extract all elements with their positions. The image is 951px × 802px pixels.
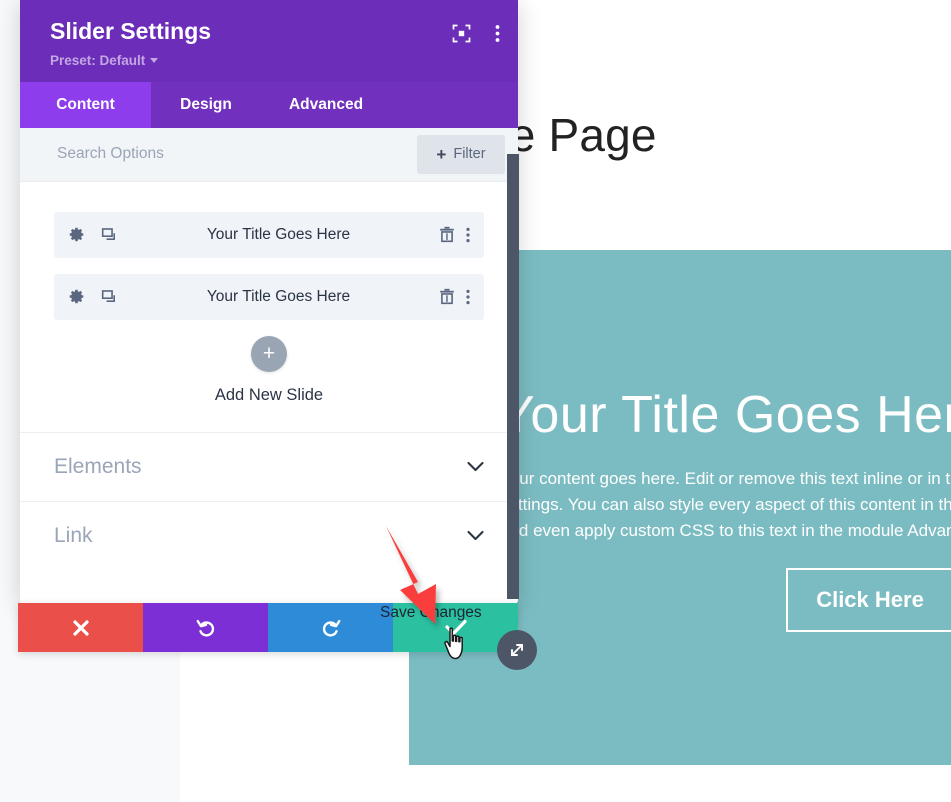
modal-tabs: Content Design Advanced <box>20 81 518 128</box>
trash-icon[interactable] <box>439 288 455 305</box>
plus-icon[interactable]: + <box>251 335 287 372</box>
chevron-down-icon <box>467 461 484 472</box>
more-vertical-icon[interactable] <box>495 24 500 43</box>
slider-title: Your Title Goes Here <box>500 386 951 444</box>
gear-icon[interactable] <box>68 288 85 305</box>
add-new-slide-label: Add New Slide <box>214 385 324 404</box>
chevron-down-icon <box>467 530 484 541</box>
trash-icon[interactable] <box>439 226 455 243</box>
resize-diagonal-icon[interactable] <box>497 630 537 670</box>
section-title: Link <box>54 523 93 547</box>
filter-button-label: Filter <box>453 146 486 163</box>
slider-settings-modal: Slider Settings Preset: Default Content … <box>20 0 518 604</box>
check-icon <box>444 619 467 635</box>
row-right-icons <box>439 288 470 305</box>
slide-title: Your Title Goes Here <box>206 287 351 305</box>
preset-label: Preset: Default <box>50 52 146 68</box>
section-elements[interactable]: Elements <box>20 431 518 501</box>
tab-advanced[interactable]: Advanced <box>261 82 391 128</box>
close-button[interactable] <box>18 603 143 652</box>
search-bar: + Filter <box>20 127 518 182</box>
redo-button[interactable] <box>268 603 393 652</box>
slide-list: Your Title Goes Here Your Title Goes Her… <box>20 182 518 405</box>
section-title: Elements <box>54 454 142 478</box>
more-vertical-icon[interactable] <box>466 289 470 305</box>
row-left-icons <box>68 288 118 305</box>
more-vertical-icon[interactable] <box>466 227 470 243</box>
modal-scrollbar-thumb[interactable] <box>507 154 519 599</box>
table-row[interactable]: Your Title Goes Here <box>54 273 484 320</box>
settings-accordion: Elements Link <box>20 431 518 570</box>
slide-title: Your Title Goes Here <box>206 225 351 243</box>
modal-title: Slider Settings <box>50 18 212 44</box>
undo-arrow-icon <box>196 619 214 637</box>
search-input[interactable] <box>20 127 417 181</box>
duplicate-icon[interactable] <box>101 288 118 305</box>
slider-cta-button[interactable]: Click Here <box>786 568 951 632</box>
table-row[interactable]: Your Title Goes Here <box>54 211 484 258</box>
row-left-icons <box>68 226 118 243</box>
add-new-slide[interactable]: + Add New Slide <box>54 335 484 405</box>
duplicate-icon[interactable] <box>101 226 118 243</box>
screenshot-root: Home Page Your Title Goes Here Your cont… <box>0 0 951 802</box>
modal-header: Slider Settings Preset: Default <box>20 0 518 82</box>
undo-button[interactable] <box>143 603 268 652</box>
slider-body: Your content goes here. Edit or remove t… <box>500 466 951 544</box>
section-link[interactable]: Link <box>20 500 518 570</box>
tab-content[interactable]: Content <box>20 81 151 128</box>
tab-design[interactable]: Design <box>151 82 261 128</box>
caret-down-icon <box>150 57 159 63</box>
modal-header-icons <box>452 24 500 43</box>
slider-body-line-3: and even apply custom CSS to this text i… <box>500 521 951 540</box>
filter-button[interactable]: + Filter <box>417 134 505 174</box>
action-bar <box>18 603 518 652</box>
focus-target-icon[interactable] <box>452 24 471 43</box>
slider-body-line-1: Your content goes here. Edit or remove t… <box>500 469 951 488</box>
row-right-icons <box>439 226 470 243</box>
slider-body-line-2: settings. You can also style every aspec… <box>500 495 951 514</box>
gear-icon[interactable] <box>68 226 85 243</box>
redo-arrow-icon <box>322 619 340 637</box>
preset-selector[interactable]: Preset: Default <box>50 53 496 68</box>
modal-body: Your Title Goes Here Your Title Goes Her… <box>20 181 518 577</box>
plus-icon: + <box>436 144 447 164</box>
close-x-icon <box>72 619 89 636</box>
